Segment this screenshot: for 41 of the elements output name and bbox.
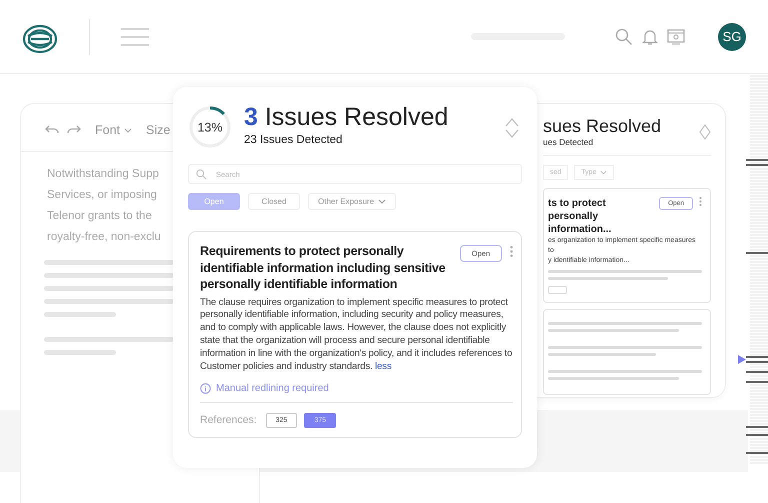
info-icon	[200, 382, 211, 394]
less-link[interactable]: less	[375, 361, 392, 372]
search-icon	[196, 168, 207, 180]
resolved-count: 3	[244, 103, 258, 131]
more-icon[interactable]	[510, 246, 513, 257]
panel-subtitle: ues Detected	[543, 137, 594, 147]
more-icon[interactable]	[699, 197, 702, 206]
screen-icon[interactable]	[667, 28, 685, 44]
note-text: Manual redlining required	[216, 382, 329, 394]
redo-icon[interactable]	[67, 125, 81, 135]
document-text: Telenor grants to the	[47, 209, 152, 224]
panel-subtitle: 23 Issues Detected	[244, 134, 344, 146]
user-avatar[interactable]: SG	[718, 22, 746, 50]
panel-title: Issues Resolved	[264, 103, 448, 131]
sort-icon[interactable]	[699, 124, 711, 140]
issue-title: information...	[548, 223, 612, 236]
progress-ring: 13%	[188, 105, 232, 149]
document-text: Services, or imposing	[47, 188, 157, 203]
issue-card[interactable]	[543, 309, 711, 395]
placeholder-line	[44, 350, 116, 355]
size-dropdown[interactable]: Size	[146, 123, 170, 137]
reference-tag	[548, 286, 567, 294]
filter-button[interactable]: Closed	[248, 193, 300, 210]
font-dropdown[interactable]: Font	[95, 123, 132, 137]
references-label: References:	[200, 414, 257, 426]
document-text: royalty-free, non-exclu	[47, 230, 161, 245]
panel-title: sues Resolved	[543, 116, 662, 137]
document-text: Notwithstanding Supp	[47, 167, 159, 182]
search-icon[interactable]	[615, 28, 633, 46]
filter-button[interactable]: Open	[188, 193, 240, 210]
undo-icon[interactable]	[45, 125, 59, 135]
bell-icon[interactable]	[642, 28, 658, 46]
menu-icon[interactable]	[120, 28, 150, 46]
filter-button[interactable]: Other Exposure	[308, 193, 396, 210]
logo-icon[interactable]	[22, 24, 58, 54]
issue-title: Requirements to protect personally identifiable information including sensitive personally identifiable information	[200, 243, 446, 292]
caret-icon	[124, 128, 132, 132]
placeholder-line	[44, 312, 116, 317]
sort-icon[interactable]	[504, 117, 520, 139]
issue-description: The clause requires organization to implement specific measures to protect personally identifiable information, including security and policy measures, and to comply with applicable laws. However, the clause does not explicitly state that the organization will process and secure personal identifiable information in line with the organization's policy, and it includes references to Customer policies and industry standards. less	[200, 296, 513, 374]
pointer-icon[interactable]	[738, 355, 746, 364]
